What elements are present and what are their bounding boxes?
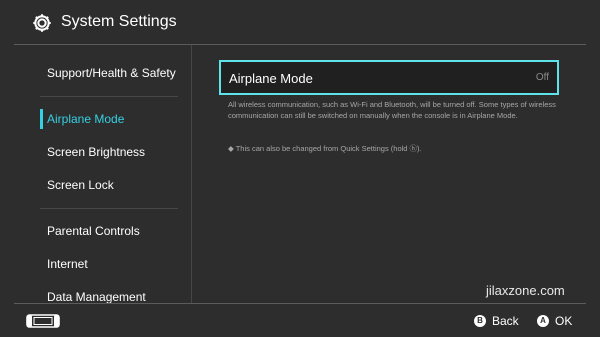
a-button-icon: A: [537, 314, 549, 327]
sidebar-item-label: Support/Health & Safety: [47, 66, 176, 80]
ok-label: OK: [555, 313, 573, 328]
watermark: jilaxzone.com: [486, 283, 565, 298]
footer-divider: [14, 303, 586, 304]
back-button[interactable]: B Back: [474, 312, 519, 328]
console-icon: [26, 314, 60, 328]
sidebar-vertical-divider: [191, 45, 192, 303]
sidebar-divider: [40, 96, 178, 97]
back-label: Back: [492, 313, 519, 328]
sidebar-item-label: Parental Controls: [47, 224, 140, 238]
sidebar-item-internet[interactable]: Internet: [40, 250, 190, 278]
sidebar-item-screen-lock[interactable]: Screen Lock: [40, 171, 190, 199]
sidebar-item-label: Internet: [47, 257, 88, 271]
sidebar-divider: [40, 208, 178, 209]
sidebar-item-label: Data Management: [47, 290, 146, 303]
setting-description: All wireless communication, such as Wi-F…: [228, 100, 556, 120]
sidebar-item-support[interactable]: Support/Health & Safety: [40, 59, 190, 87]
b-button-icon: B: [474, 314, 486, 327]
sidebar-item-label: Airplane Mode: [47, 112, 125, 126]
sidebar-item-data-management[interactable]: Data Management: [40, 283, 190, 303]
setting-value: Off: [535, 72, 549, 83]
sidebar-item-screen-brightness[interactable]: Screen Brightness: [40, 138, 190, 166]
gear-icon: [33, 14, 51, 32]
sidebar-item-parental-controls[interactable]: Parental Controls: [40, 217, 190, 245]
ok-button[interactable]: A OK: [537, 312, 572, 328]
setting-name: Airplane Mode: [229, 71, 313, 86]
sidebar-item-label: Screen Brightness: [47, 145, 146, 159]
sidebar-item-label: Screen Lock: [47, 178, 114, 192]
sidebar-item-airplane-mode[interactable]: Airplane Mode: [40, 105, 190, 133]
header: System Settings: [0, 0, 600, 44]
page-title: System Settings: [61, 13, 177, 30]
selection-indicator: [40, 109, 43, 129]
setting-note: ◆ This can also be changed from Quick Se…: [228, 144, 422, 153]
sidebar: Support/Health & Safety Airplane Mode Sc…: [40, 45, 190, 303]
airplane-mode-setting[interactable]: Airplane Mode Off: [219, 60, 559, 95]
